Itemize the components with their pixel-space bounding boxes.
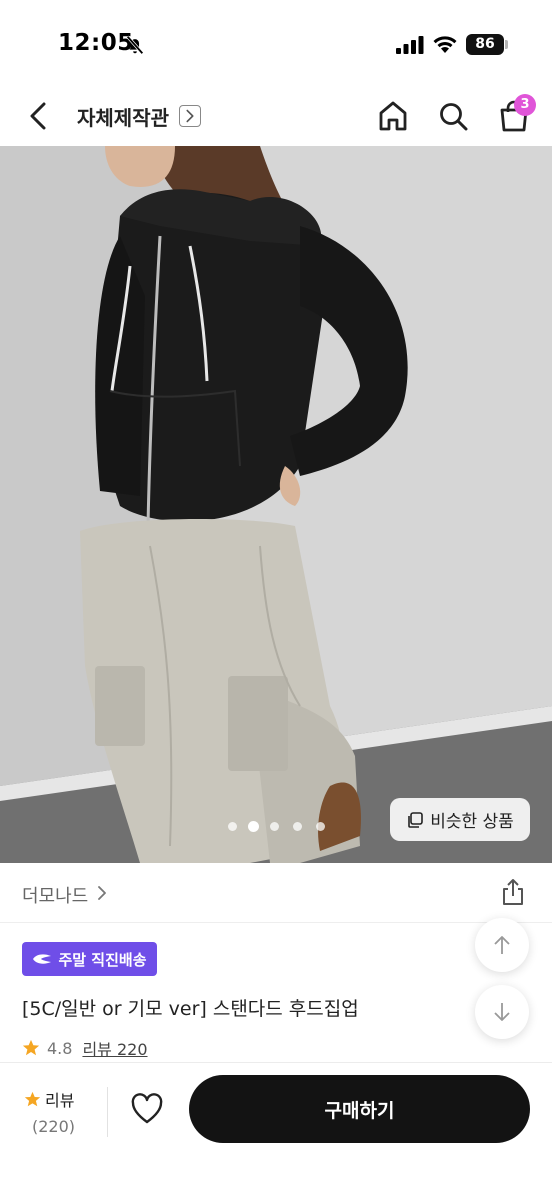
wifi-icon xyxy=(433,36,457,53)
bell-off-icon xyxy=(126,35,144,55)
arrow-down-icon xyxy=(494,1003,510,1021)
status-bar: 12:05 86 xyxy=(0,0,552,88)
divider xyxy=(107,1087,108,1137)
delivery-badge-label: 주말 직진배송 xyxy=(58,950,147,969)
share-icon[interactable] xyxy=(500,878,526,906)
chevron-right-icon[interactable] xyxy=(179,105,201,127)
battery-cap xyxy=(505,40,508,49)
buy-button[interactable]: 구매하기 xyxy=(189,1075,530,1143)
battery-icon: 86 xyxy=(466,34,504,55)
carousel-dot[interactable] xyxy=(228,822,237,831)
scroll-down-button[interactable] xyxy=(475,985,529,1039)
review-link[interactable]: 리뷰 220 xyxy=(82,1036,147,1060)
heart-icon[interactable] xyxy=(130,1093,164,1125)
signal-icon xyxy=(396,36,424,54)
delivery-icon xyxy=(33,954,52,964)
search-icon[interactable] xyxy=(436,98,470,134)
bottom-review-summary[interactable]: 리뷰 (220) xyxy=(24,1087,84,1136)
shop-name[interactable]: 자체제작관 xyxy=(77,102,169,131)
back-arrow-icon[interactable] xyxy=(22,98,56,134)
similar-products-button[interactable]: 비슷한 상품 xyxy=(390,798,530,841)
bottom-action-bar: 리뷰 (220) 구매하기 xyxy=(0,1062,552,1200)
brand-row: 더모나드 xyxy=(0,863,552,923)
star-icon xyxy=(24,1091,41,1106)
carousel-indicator xyxy=(222,819,332,833)
rating-value: 4.8 xyxy=(47,1038,73,1058)
app-header: 자체제작관 xyxy=(0,88,552,146)
product-image[interactable] xyxy=(0,146,552,863)
brand-name[interactable]: 더모나드 xyxy=(22,882,88,908)
home-icon[interactable] xyxy=(376,98,410,134)
carousel-dot[interactable] xyxy=(270,822,279,831)
chevron-right-icon[interactable] xyxy=(96,885,108,901)
copy-icon xyxy=(408,811,423,828)
bottom-review-count: (220) xyxy=(32,1117,76,1136)
scroll-up-button[interactable] xyxy=(475,918,529,972)
carousel-dot[interactable] xyxy=(316,822,325,831)
arrow-up-icon xyxy=(494,936,510,954)
carousel-dot-active[interactable] xyxy=(248,821,259,832)
status-time: 12:05 xyxy=(58,30,134,56)
delivery-badge: 주말 직진배송 xyxy=(22,942,157,976)
product-photo xyxy=(0,146,552,863)
rating-row: 4.8 리뷰 220 xyxy=(22,1037,148,1059)
bottom-review-label: 리뷰 xyxy=(45,1091,75,1110)
carousel-dot[interactable] xyxy=(293,822,302,831)
star-icon xyxy=(22,1039,40,1056)
similar-products-label: 비슷한 상품 xyxy=(430,812,514,832)
cart-badge: 3 xyxy=(514,94,536,116)
product-title: [5C/일반 or 기모 ver] 스탠다드 후드집업 xyxy=(22,998,359,1020)
